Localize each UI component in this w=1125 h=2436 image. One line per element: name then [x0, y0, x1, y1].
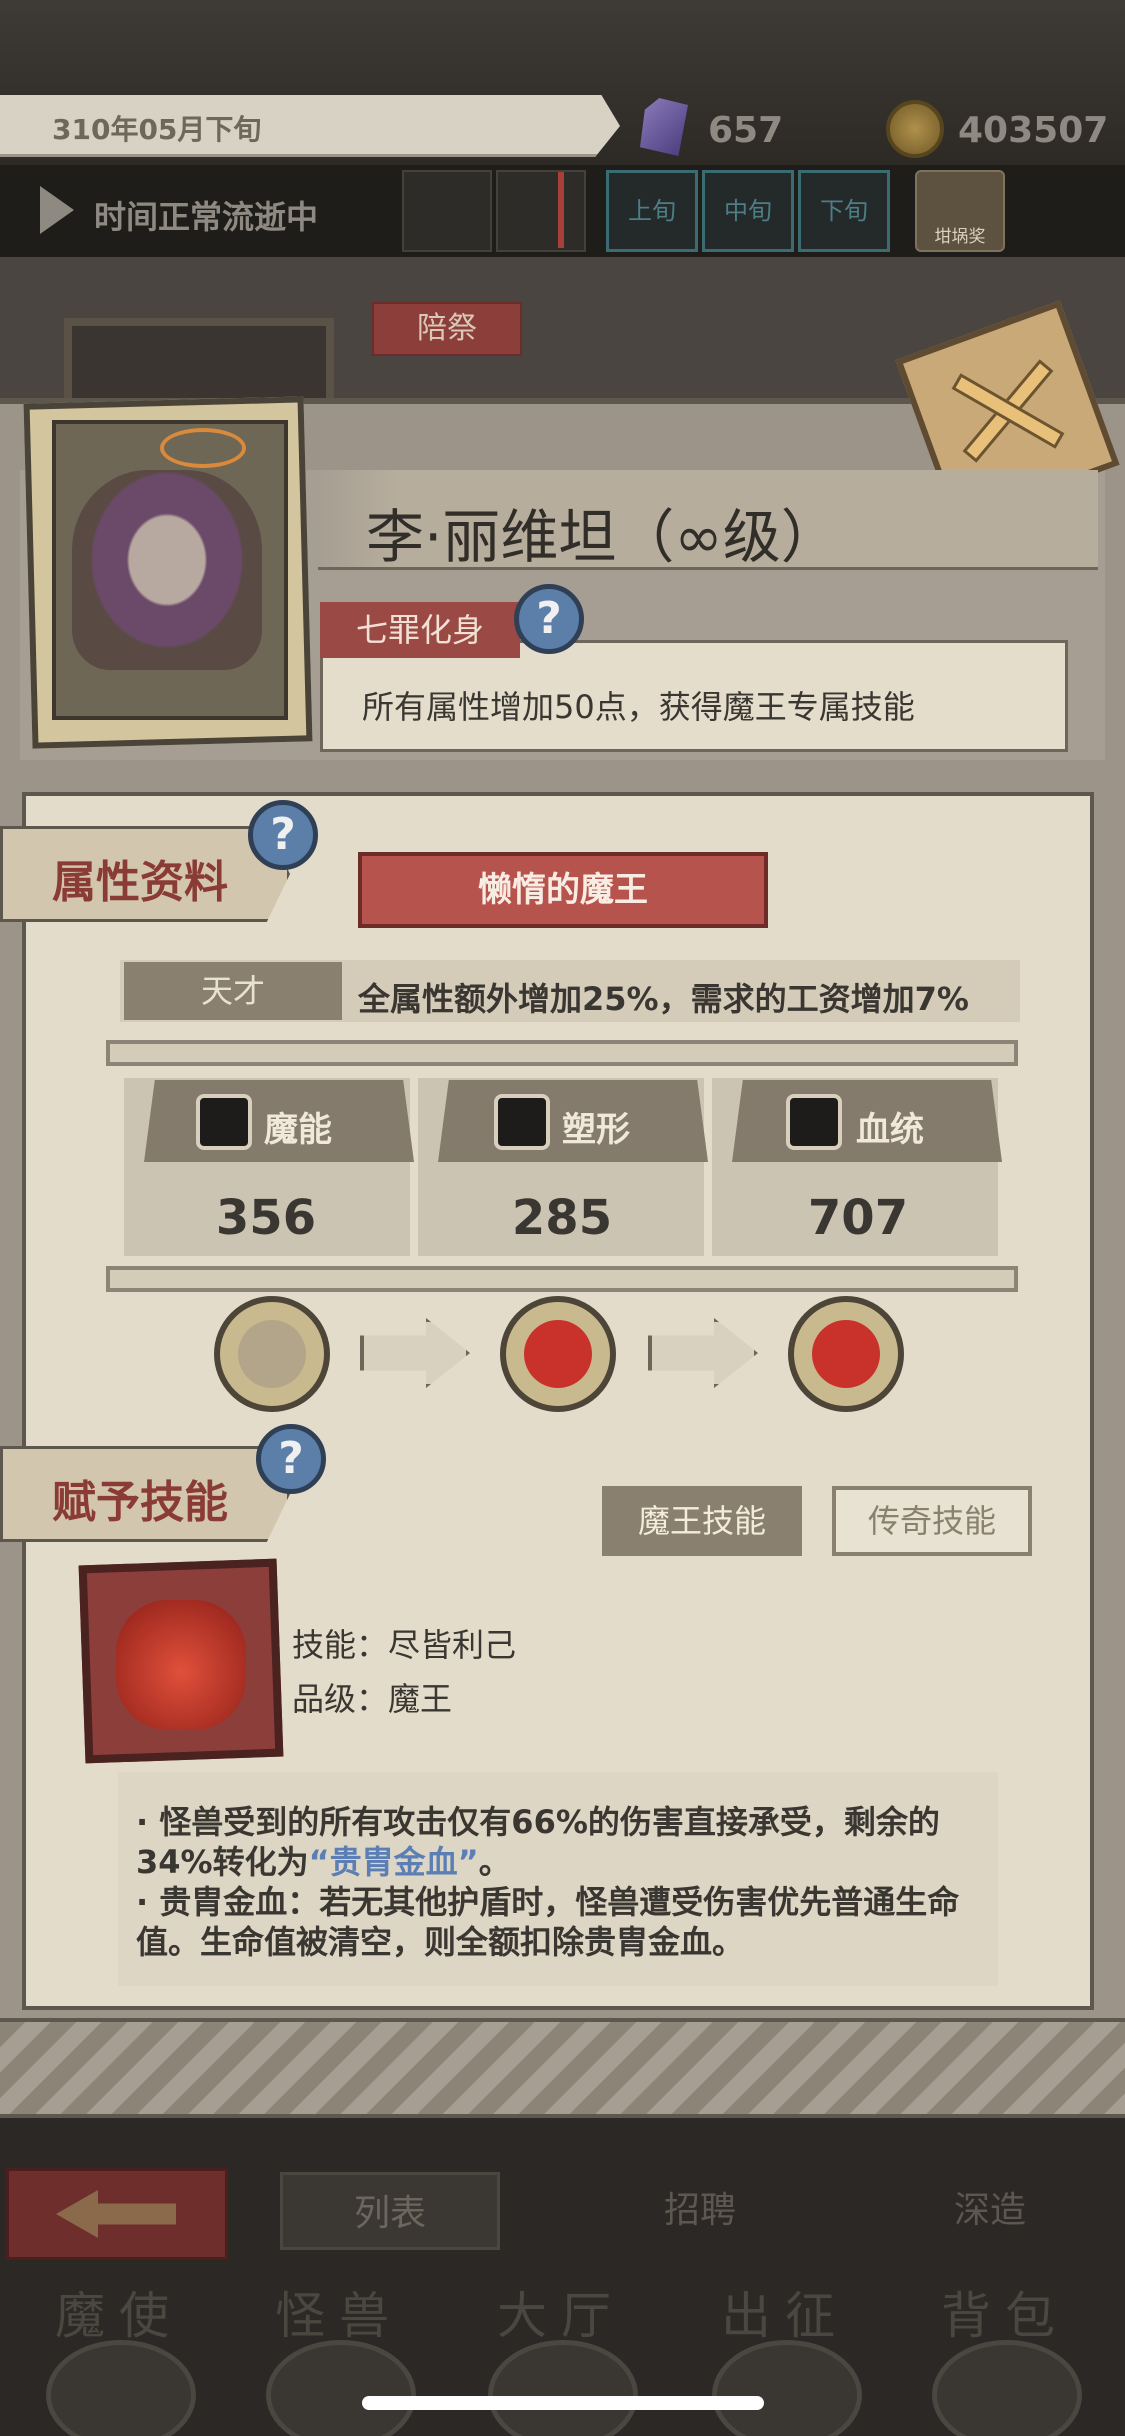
skill-name: 技能：尽皆利己 — [292, 1626, 517, 1664]
monster-portrait — [72, 470, 262, 670]
period-mid[interactable]: 中旬 — [702, 170, 794, 252]
demon-face-icon — [812, 1320, 880, 1388]
body-shape-icon — [494, 1094, 550, 1150]
attributes-help-icon[interactable]: ? — [248, 800, 318, 870]
time-slot — [496, 170, 586, 252]
stat-value-magic: 356 — [215, 1190, 317, 1246]
period-early[interactable]: 上旬 — [606, 170, 698, 252]
halo-icon — [160, 428, 246, 468]
trait-help-icon[interactable]: ? — [514, 584, 584, 654]
nav-hall[interactable]: 大厅 — [456, 2276, 666, 2348]
stat-label-shape: 塑形 — [562, 1110, 630, 1150]
crucible-label: 坩埚奖 — [934, 227, 986, 247]
stat-label-bloodline: 血统 — [856, 1110, 924, 1150]
skill-grade: 品级：魔王 — [292, 1680, 453, 1718]
sacrifice-button[interactable]: 陪祭 — [372, 302, 522, 356]
time-status: 时间正常流逝中 — [94, 198, 319, 236]
nav-monster[interactable]: 怪兽 — [234, 2276, 444, 2348]
stat-label-magic: 魔能 — [264, 1110, 332, 1150]
tab-demon-king-skill[interactable]: 魔王技能 — [602, 1486, 802, 1556]
magic-power-icon — [196, 1094, 252, 1150]
stats-rail-top — [106, 1040, 1018, 1066]
tab-legendary-skill[interactable]: 传奇技能 — [832, 1486, 1032, 1556]
crystal-count: 657 — [708, 110, 784, 151]
trait-tag: 七罪化身 — [320, 602, 520, 658]
stat-value-bloodline: 707 — [807, 1190, 909, 1246]
decorative-border — [0, 2018, 1125, 2118]
attributes-title: 属性资料 — [52, 857, 228, 908]
stat-value-shape: 285 — [511, 1190, 613, 1246]
coin-icon — [886, 100, 944, 158]
form-banner: 懒惰的魔王 — [358, 852, 768, 928]
nav-expedition[interactable]: 出征 — [680, 2276, 890, 2348]
bloodline-icon — [786, 1094, 842, 1150]
talent-tag: 天才 — [124, 962, 342, 1020]
grinning-demon-icon — [116, 1600, 246, 1730]
period-late[interactable]: 下旬 — [798, 170, 890, 252]
time-slot — [402, 170, 492, 252]
skill-description-period: 。 — [478, 1843, 511, 1881]
skills-help-icon[interactable]: ? — [256, 1424, 326, 1494]
time-marker — [558, 172, 564, 248]
nav-envoy[interactable]: 魔使 — [14, 2276, 224, 2348]
home-indicator[interactable] — [362, 2396, 764, 2410]
subtab-train[interactable]: 深造 — [880, 2172, 1100, 2250]
coin-count: 403507 — [958, 110, 1109, 151]
monster-name: 李·丽维坦（∞级） — [366, 503, 839, 571]
nav-backpack[interactable]: 背包 — [900, 2276, 1110, 2348]
talent-description: 全属性额外增加25%，需求的工资增加7% — [358, 980, 969, 1018]
play-icon[interactable] — [40, 186, 74, 234]
stats-rail-bottom — [106, 1266, 1018, 1292]
hooded-figure-icon — [238, 1320, 306, 1388]
subtab-recruit[interactable]: 招聘 — [590, 2172, 810, 2250]
game-date: 310年05月下旬 — [52, 113, 262, 146]
noble-blood-term: “贵胄金血” — [308, 1843, 479, 1881]
trait-description: 所有属性增加50点，获得魔王专属技能 — [362, 688, 915, 726]
demon-face-icon — [524, 1320, 592, 1388]
subtab-list[interactable]: 列表 — [280, 2172, 500, 2250]
skills-title: 赋予技能 — [52, 1477, 228, 1528]
skill-description-line-1: · 怪兽受到的所有攻击仅有66%的伤害直接承受，剩余的34%转化为 — [136, 1803, 940, 1881]
skill-description: · 怪兽受到的所有攻击仅有66%的伤害直接承受，剩余的34%转化为“贵胄金血”。… — [136, 1802, 996, 1962]
skill-description-line-2: · 贵胄金血：若无其他护盾时，怪兽遭受伤害优先普通生命值。生命值被清空，则全额扣… — [136, 1883, 960, 1961]
